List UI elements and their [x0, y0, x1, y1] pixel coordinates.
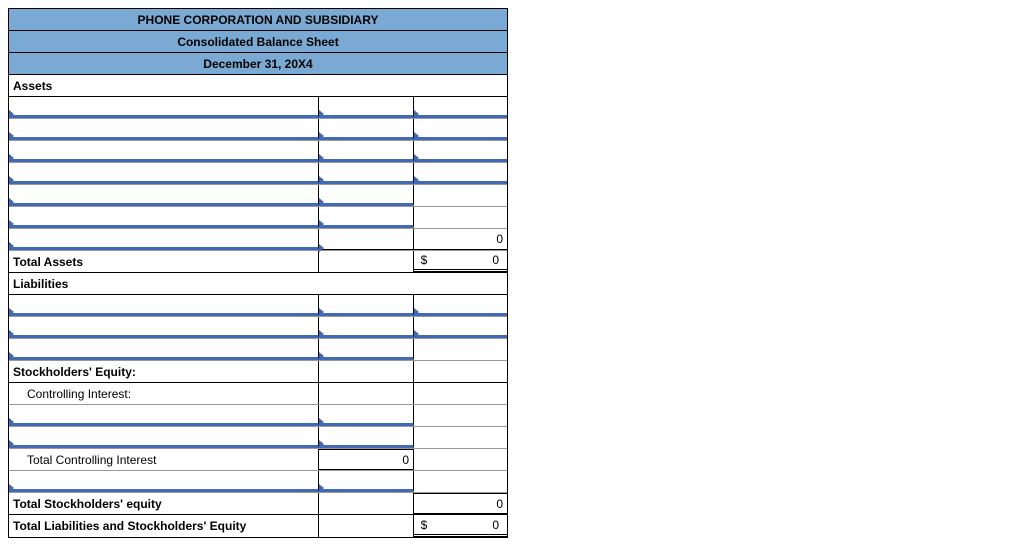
assets-right-static-5	[414, 185, 507, 206]
assets-row-5	[9, 185, 507, 207]
stockholders-equity-label: Stockholders' Equity:	[9, 361, 319, 382]
assets-mid-input-4[interactable]	[319, 163, 414, 184]
total-controlling-interest-row: Total Controlling Interest 0	[9, 449, 507, 471]
liab-row-2	[9, 317, 507, 339]
assets-label-input-6[interactable]	[9, 207, 319, 228]
ci-label-input-1[interactable]	[9, 405, 319, 426]
liab-right-static-3	[414, 339, 507, 360]
controlling-interest-row: Controlling Interest:	[9, 383, 507, 405]
header-company: PHONE CORPORATION AND SUBSIDIARY	[9, 9, 507, 31]
liab-mid-input-3[interactable]	[319, 339, 414, 360]
assets-label-input-3[interactable]	[9, 141, 319, 162]
ci-row-2	[9, 427, 507, 449]
assets-subtotal-value: 0	[414, 229, 507, 250]
se-extra-label-input[interactable]	[9, 471, 319, 492]
assets-mid-input-7[interactable]	[319, 229, 414, 250]
header-title: Consolidated Balance Sheet	[9, 31, 507, 53]
assets-right-input-3[interactable]	[414, 141, 507, 162]
liab-label-input-1[interactable]	[9, 295, 319, 316]
se-extra-mid-input[interactable]	[319, 471, 414, 492]
liab-mid-input-2[interactable]	[319, 317, 414, 338]
total-assets-currency: $	[414, 253, 434, 267]
assets-right-input-2[interactable]	[414, 119, 507, 140]
ci-row-1	[9, 405, 507, 427]
assets-mid-input-2[interactable]	[319, 119, 414, 140]
total-assets-label: Total Assets	[9, 251, 319, 272]
assets-row-6	[9, 207, 507, 229]
section-liabilities: Liabilities	[9, 273, 507, 295]
assets-mid-input-6[interactable]	[319, 207, 414, 228]
liab-label-input-2[interactable]	[9, 317, 319, 338]
tci-right-blank	[414, 449, 507, 470]
balance-sheet-table: PHONE CORPORATION AND SUBSIDIARY Consoli…	[8, 8, 508, 538]
total-controlling-interest-label: Total Controlling Interest	[9, 449, 319, 470]
tle-mid-blank	[319, 515, 414, 537]
ci-label-input-2[interactable]	[9, 427, 319, 448]
section-stockholders-equity: Stockholders' Equity:	[9, 361, 507, 383]
se-mid-blank	[319, 361, 414, 382]
total-stockholders-equity-value: 0	[414, 493, 507, 514]
header-date: December 31, 20X4	[9, 53, 507, 75]
liab-right-input-1[interactable]	[414, 295, 507, 316]
total-assets-row: Total Assets $ 0	[9, 251, 507, 273]
assets-row-2	[9, 119, 507, 141]
liab-mid-input-1[interactable]	[319, 295, 414, 316]
assets-label-input-4[interactable]	[9, 163, 319, 184]
ci-mid-input-2[interactable]	[319, 427, 414, 448]
total-stockholders-equity-label: Total Stockholders' equity	[9, 493, 319, 514]
ci-right-static-2	[414, 427, 507, 448]
assets-label-input-7[interactable]	[9, 229, 319, 250]
liab-row-1	[9, 295, 507, 317]
controlling-interest-label: Controlling Interest:	[9, 383, 319, 404]
total-controlling-interest-value: 0	[319, 449, 414, 470]
total-assets-mid	[319, 251, 414, 272]
assets-label-input-2[interactable]	[9, 119, 319, 140]
total-liabilities-equity-value-cell: $ 0	[414, 515, 507, 537]
assets-row-4	[9, 163, 507, 185]
assets-label-input-1[interactable]	[9, 97, 319, 118]
assets-mid-input-1[interactable]	[319, 97, 414, 118]
assets-row-1	[9, 97, 507, 119]
assets-label-input-5[interactable]	[9, 185, 319, 206]
liab-label-input-3[interactable]	[9, 339, 319, 360]
total-assets-value-cell: $ 0	[414, 251, 507, 272]
total-liabilities-equity-row: Total Liabilities and Stockholders' Equi…	[9, 515, 507, 537]
section-assets: Assets	[9, 75, 507, 97]
assets-mid-input-3[interactable]	[319, 141, 414, 162]
ci-mid-input-1[interactable]	[319, 405, 414, 426]
se-extra-row	[9, 471, 507, 493]
assets-row-7: 0	[9, 229, 507, 251]
total-stockholders-equity-row: Total Stockholders' equity 0	[9, 493, 507, 515]
ci-right-static-1	[414, 405, 507, 426]
se-right-blank	[414, 361, 507, 382]
assets-row-3	[9, 141, 507, 163]
assets-right-input-4[interactable]	[414, 163, 507, 184]
tse-mid-blank	[319, 493, 414, 514]
total-liabilities-equity-label: Total Liabilities and Stockholders' Equi…	[9, 515, 319, 537]
total-assets-value: 0	[434, 253, 503, 267]
total-liabilities-equity-currency: $	[414, 518, 434, 532]
assets-right-static-6	[414, 207, 507, 228]
ci-mid-blank	[319, 383, 414, 404]
liab-right-input-2[interactable]	[414, 317, 507, 338]
assets-mid-input-5[interactable]	[319, 185, 414, 206]
total-liabilities-equity-value: 0	[434, 518, 503, 532]
ci-right-blank	[414, 383, 507, 404]
assets-right-input-1[interactable]	[414, 97, 507, 118]
se-extra-right-static	[414, 471, 507, 492]
liab-row-3	[9, 339, 507, 361]
